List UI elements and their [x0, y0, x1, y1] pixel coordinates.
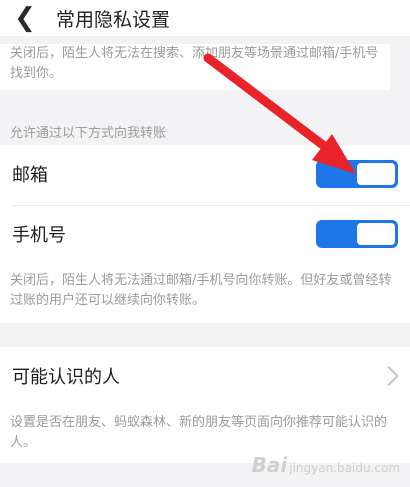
phone-label: 手机号	[12, 225, 66, 246]
transfer-note: 关闭后，陌生人将无法通过邮箱/手机号向你转账。但好友或曾经转过账的用户还可以继续…	[10, 273, 392, 308]
phone-toggle[interactable]	[316, 220, 398, 248]
watermark-logo: Bai	[251, 453, 288, 477]
email-toggle[interactable]	[316, 160, 398, 188]
watermark-suffix: jingyan.baidu.com	[289, 461, 400, 475]
toggle-knob	[357, 223, 395, 245]
toggle-knob	[357, 163, 395, 185]
page-title: 常用隐私设置	[56, 9, 171, 31]
people-row[interactable]: 可能认识的人	[0, 347, 410, 405]
search-note: 关闭后，陌生人将无法在搜索、添加朋友等场景通过邮箱/手机号找到你。	[0, 44, 390, 90]
chevron-left-icon: ❮	[14, 3, 36, 33]
email-label: 邮箱	[12, 165, 48, 186]
chevron-right-icon	[379, 366, 399, 386]
transfer-options-card: 邮箱 手机号	[0, 145, 410, 265]
header-bar: ❮ 常用隐私设置	[0, 0, 410, 36]
recommend-note: 设置是否在朋友、蚂蚁森林、新的朋友等页面向你推荐可能认识的人。	[10, 415, 388, 450]
transfer-option-email: 邮箱	[0, 145, 410, 205]
watermark: Bai jingyan.baidu.com	[252, 453, 400, 477]
people-label: 可能认识的人	[12, 367, 120, 388]
transfer-note-card: 关闭后，陌生人将无法通过邮箱/手机号向你转账。但好友或曾经转过账的用户还可以继续…	[0, 265, 410, 323]
back-button[interactable]: ❮	[10, 3, 40, 33]
transfer-option-phone: 手机号	[0, 205, 410, 265]
section-label: 允许通过以下方式向我转账	[10, 126, 167, 141]
